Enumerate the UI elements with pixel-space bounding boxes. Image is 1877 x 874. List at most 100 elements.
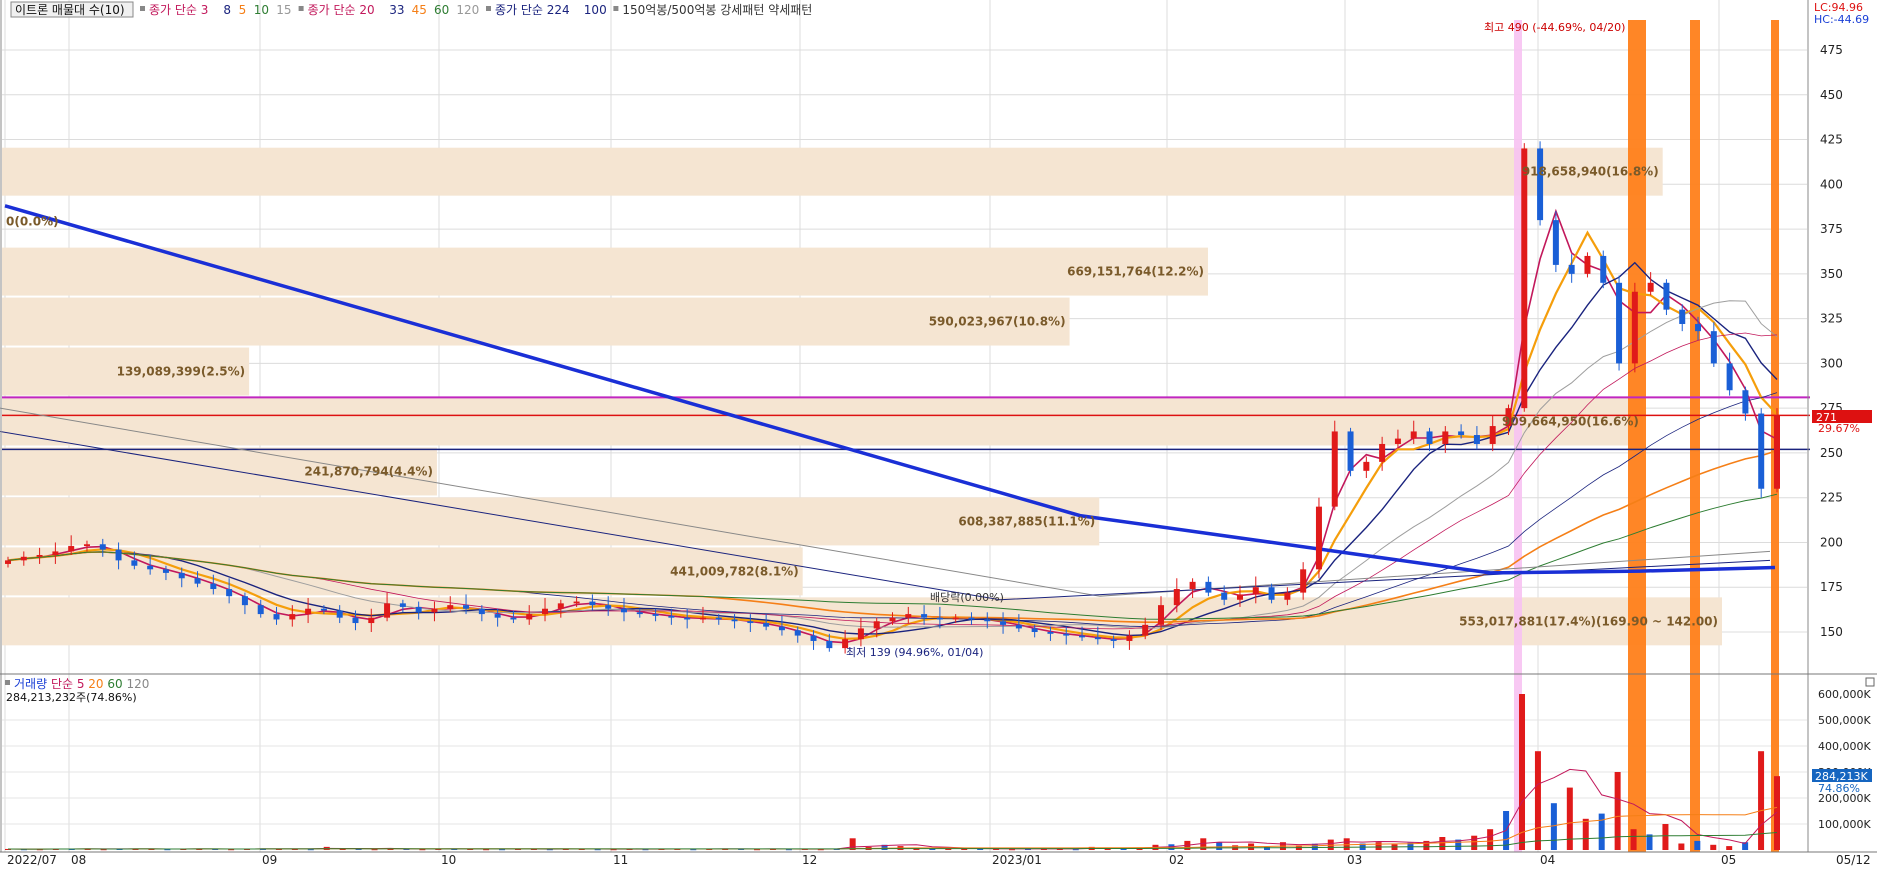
candle-body [1489,426,1496,444]
legend-marker [613,6,619,11]
candle-body [115,549,122,561]
candle-body [1394,438,1401,444]
candle-body [1173,589,1180,606]
candle-body [1726,363,1733,391]
volume-bar [1630,829,1637,850]
legend-item: 120 [456,3,479,17]
legend-marker [140,6,145,11]
price-tick-label: 475 [1820,43,1843,57]
candle-body [778,626,785,631]
candle-body [1000,621,1007,625]
legend-marker [486,6,491,11]
candle-body [99,544,106,550]
candle-body [794,630,801,636]
candle-body [1552,220,1559,265]
candle-body [20,556,27,561]
candle-body [52,551,59,555]
candle-body [5,560,11,564]
candle-body [83,544,90,547]
price-tick-label: 450 [1820,88,1843,102]
volume-bar [1439,837,1446,850]
volume-profile-label: 553,017,881(17.4%)(169.90 ~ 142.00) [1459,614,1718,628]
panel-collapse-button[interactable] [1865,677,1875,687]
volume-bar [1694,840,1701,850]
candle-body [1426,431,1433,444]
price-tick-label: 225 [1820,491,1843,505]
legend-item: 15 [276,3,291,17]
candle-body [1221,592,1228,600]
volume-profile-label: 590,023,967(10.8%) [929,315,1066,329]
candle-body [1047,632,1054,634]
candle-body [36,554,43,557]
candle-body [1126,635,1133,641]
volume-bar [1678,843,1685,850]
candle-body [1079,635,1086,638]
title-button-label: 이트론 매물대 수(10) [15,3,125,17]
current-pct-label: 29.67% [1818,422,1860,435]
last-volume-pct: 74.86% [1818,782,1860,795]
candle-body [273,614,280,620]
legend-item: 종가 단순 3 [149,3,208,17]
volume-bar [1566,787,1573,850]
stock-chart-window: 553,017,881(17.4%)(169.90 ~ 142.00) 441,0… [0,0,1877,870]
volume-profile-bar [2,397,1643,446]
candle-body [1363,461,1370,471]
candle-body [1205,581,1212,593]
volume-tick-label: 600,000K [1818,688,1871,701]
volume-tick-label: 500,000K [1818,714,1871,727]
candle-body [1031,628,1038,632]
candle-body [1631,291,1638,364]
price-tick-label: 150 [1820,625,1843,639]
candle-body [510,617,517,620]
candle-body [1473,435,1480,444]
candle-body [905,614,912,618]
ex-dividend-annotation: 배당락(0.00%) [930,591,1004,604]
price-tick-label: 325 [1820,312,1843,326]
candle-body [542,608,549,615]
high-annotation: 최고 490 (-44.69%, 04/20) [1484,21,1625,34]
candle-body [1015,624,1022,629]
volume-bar [1774,776,1780,850]
candle-body [1742,390,1749,414]
volume-profile-label: 0(0.0%) [6,215,59,229]
candle-body [1663,282,1670,310]
volume-profile-bar [2,497,1100,546]
candle-body [826,640,833,649]
price-tick-label: 400 [1820,177,1843,191]
candle-body [684,617,691,620]
candle-body [1063,633,1070,636]
candle-body [573,601,580,604]
date-tick-label: 2023/01 [992,853,1042,867]
legend-item: 100 [584,3,607,17]
volume-profile-label: 441,009,782(8.1%) [670,564,799,578]
candle-body [1521,148,1528,409]
candle-body [68,546,75,552]
legend-item: 종가 단순 224 [495,3,570,17]
candle-body [1142,624,1149,636]
chart-canvas[interactable]: 553,017,881(17.4%)(169.90 ~ 142.00) 441,0… [0,0,1877,870]
volume-profile-label: 669,151,764(12.2%) [1067,265,1204,279]
date-tick-label: 09 [262,853,277,867]
legend-item: 8 [223,3,231,17]
candle-body [889,617,896,622]
legend-marker [298,6,304,11]
date-tick-label: 05 [1721,853,1736,867]
legend-item: 60 [434,3,449,17]
candle-body [968,617,975,620]
volume-profile-bar [2,297,1070,346]
candle-body [589,601,596,606]
legend-items: 종가 단순 3 8 5 10 15 종가 단순 20 33 45 60 120 종가 단순 224 1… [140,2,812,17]
candle-body [368,617,375,624]
candle-body [1758,413,1765,489]
candle-body [763,623,770,627]
top-legend: 이트론 매물대 수(10) [10,1,134,18]
price-tick-label: 425 [1820,133,1843,147]
candle-body [636,612,643,615]
candle-body [1458,431,1465,436]
volume-profile-bar [2,247,1208,296]
volume-profile-label: 241,870,794(4.4%) [304,464,433,478]
volume-profile-label: 139,089,399(2.5%) [117,365,246,379]
candle-body [1710,331,1717,364]
candle-body [952,617,959,620]
candle-body [320,608,327,611]
